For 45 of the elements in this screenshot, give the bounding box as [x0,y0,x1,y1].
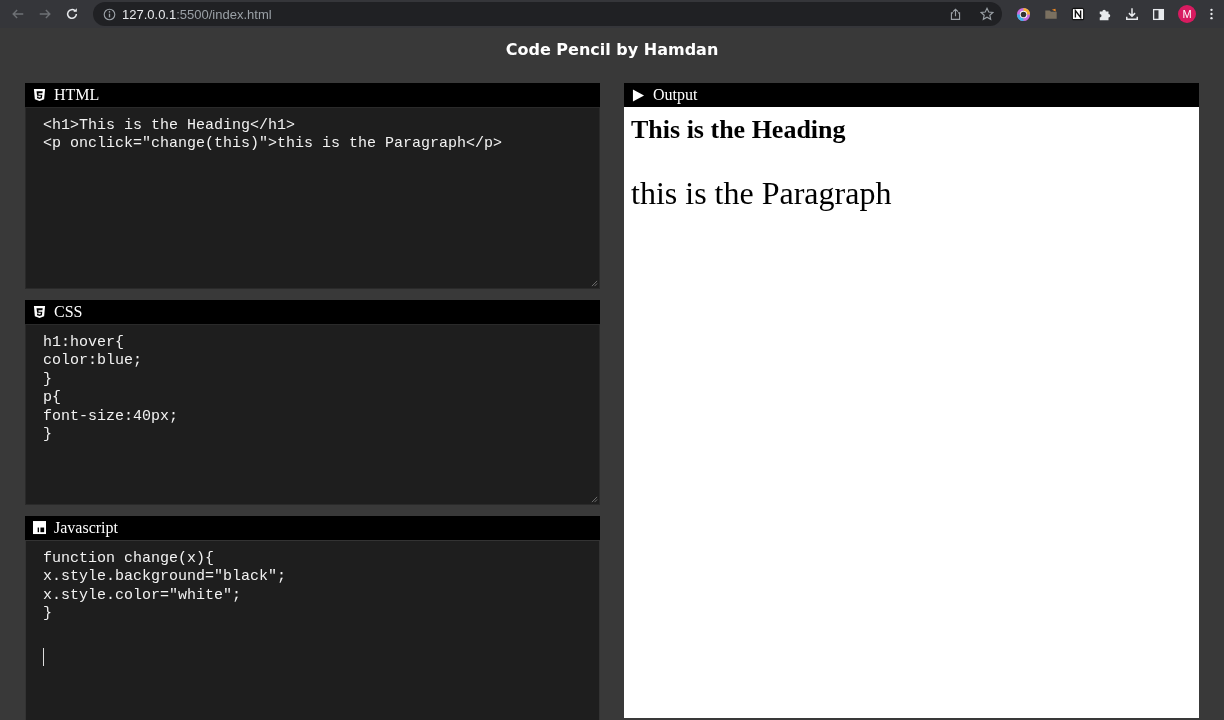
code-line: } [43,370,53,390]
panel-title: Javascript [54,519,118,537]
panel-title: Output [653,86,698,104]
folder-icon[interactable] [1044,7,1058,21]
text-caret [43,647,44,666]
html5-shield-icon [33,88,46,102]
code-line: x.style.color="white"; [43,586,243,606]
code-line: x.style.background="black"; [43,568,288,587]
color-ring-icon[interactable] [1016,6,1031,22]
code-line: p{ [43,389,62,408]
profile-avatar[interactable]: M [1178,5,1196,23]
forward-arrow-icon[interactable] [38,7,52,21]
resize-grip-icon[interactable] [591,496,598,503]
more-menu-icon[interactable] [1209,7,1214,21]
code-line: h1:hover{ [43,334,125,353]
code-line: color:blue; [43,352,144,371]
play-icon [632,88,645,102]
code-editor[interactable]: <h1>This is the Heading</h1> <p onclick="change(this)">this is the Paragraph</p> [25,107,600,289]
code-line: } [43,605,53,624]
panel-title: CSS [54,303,83,321]
css3-shield-icon [33,305,46,319]
app-title: Code Pencil by Hamdan [504,39,720,61]
code-editor[interactable]: h1:hover{ color:blue; } p{ font-size:40px; } [25,324,600,505]
share-icon[interactable] [949,7,962,21]
code-line: function change(x){ [43,550,216,569]
address-bar[interactable]: 127.0.0.1:5500/index.html [93,2,1002,26]
info-icon [103,7,116,21]
back-arrow-icon[interactable] [11,7,25,21]
url-text: 127.0.0.1:5500/index.html [122,6,273,22]
preview-heading: This is the Heading [631,115,847,145]
code-line: } [43,426,53,445]
download-icon[interactable] [1125,7,1139,21]
star-icon[interactable] [980,7,994,21]
code-line: <h1>This is the Heading</h1> [43,117,297,136]
preview-paragraph: this is the Paragraph [631,174,893,212]
square-logo-icon [33,521,46,535]
letter-n-icon[interactable] [1071,7,1085,21]
puzzle-icon[interactable] [1098,7,1112,21]
code-editor[interactable]: function change(x){ x.style.background="black"; x.style.color="white"; } [25,540,600,720]
code-line: <p onclick="change(this)">this is the Paragraph</p> [43,135,504,154]
code-line: font-size:40px; [43,407,180,427]
reload-icon[interactable] [65,7,79,21]
panel-title: HTML [54,86,100,104]
resize-grip-icon[interactable] [591,280,598,287]
side-panel-icon[interactable] [1152,7,1165,21]
